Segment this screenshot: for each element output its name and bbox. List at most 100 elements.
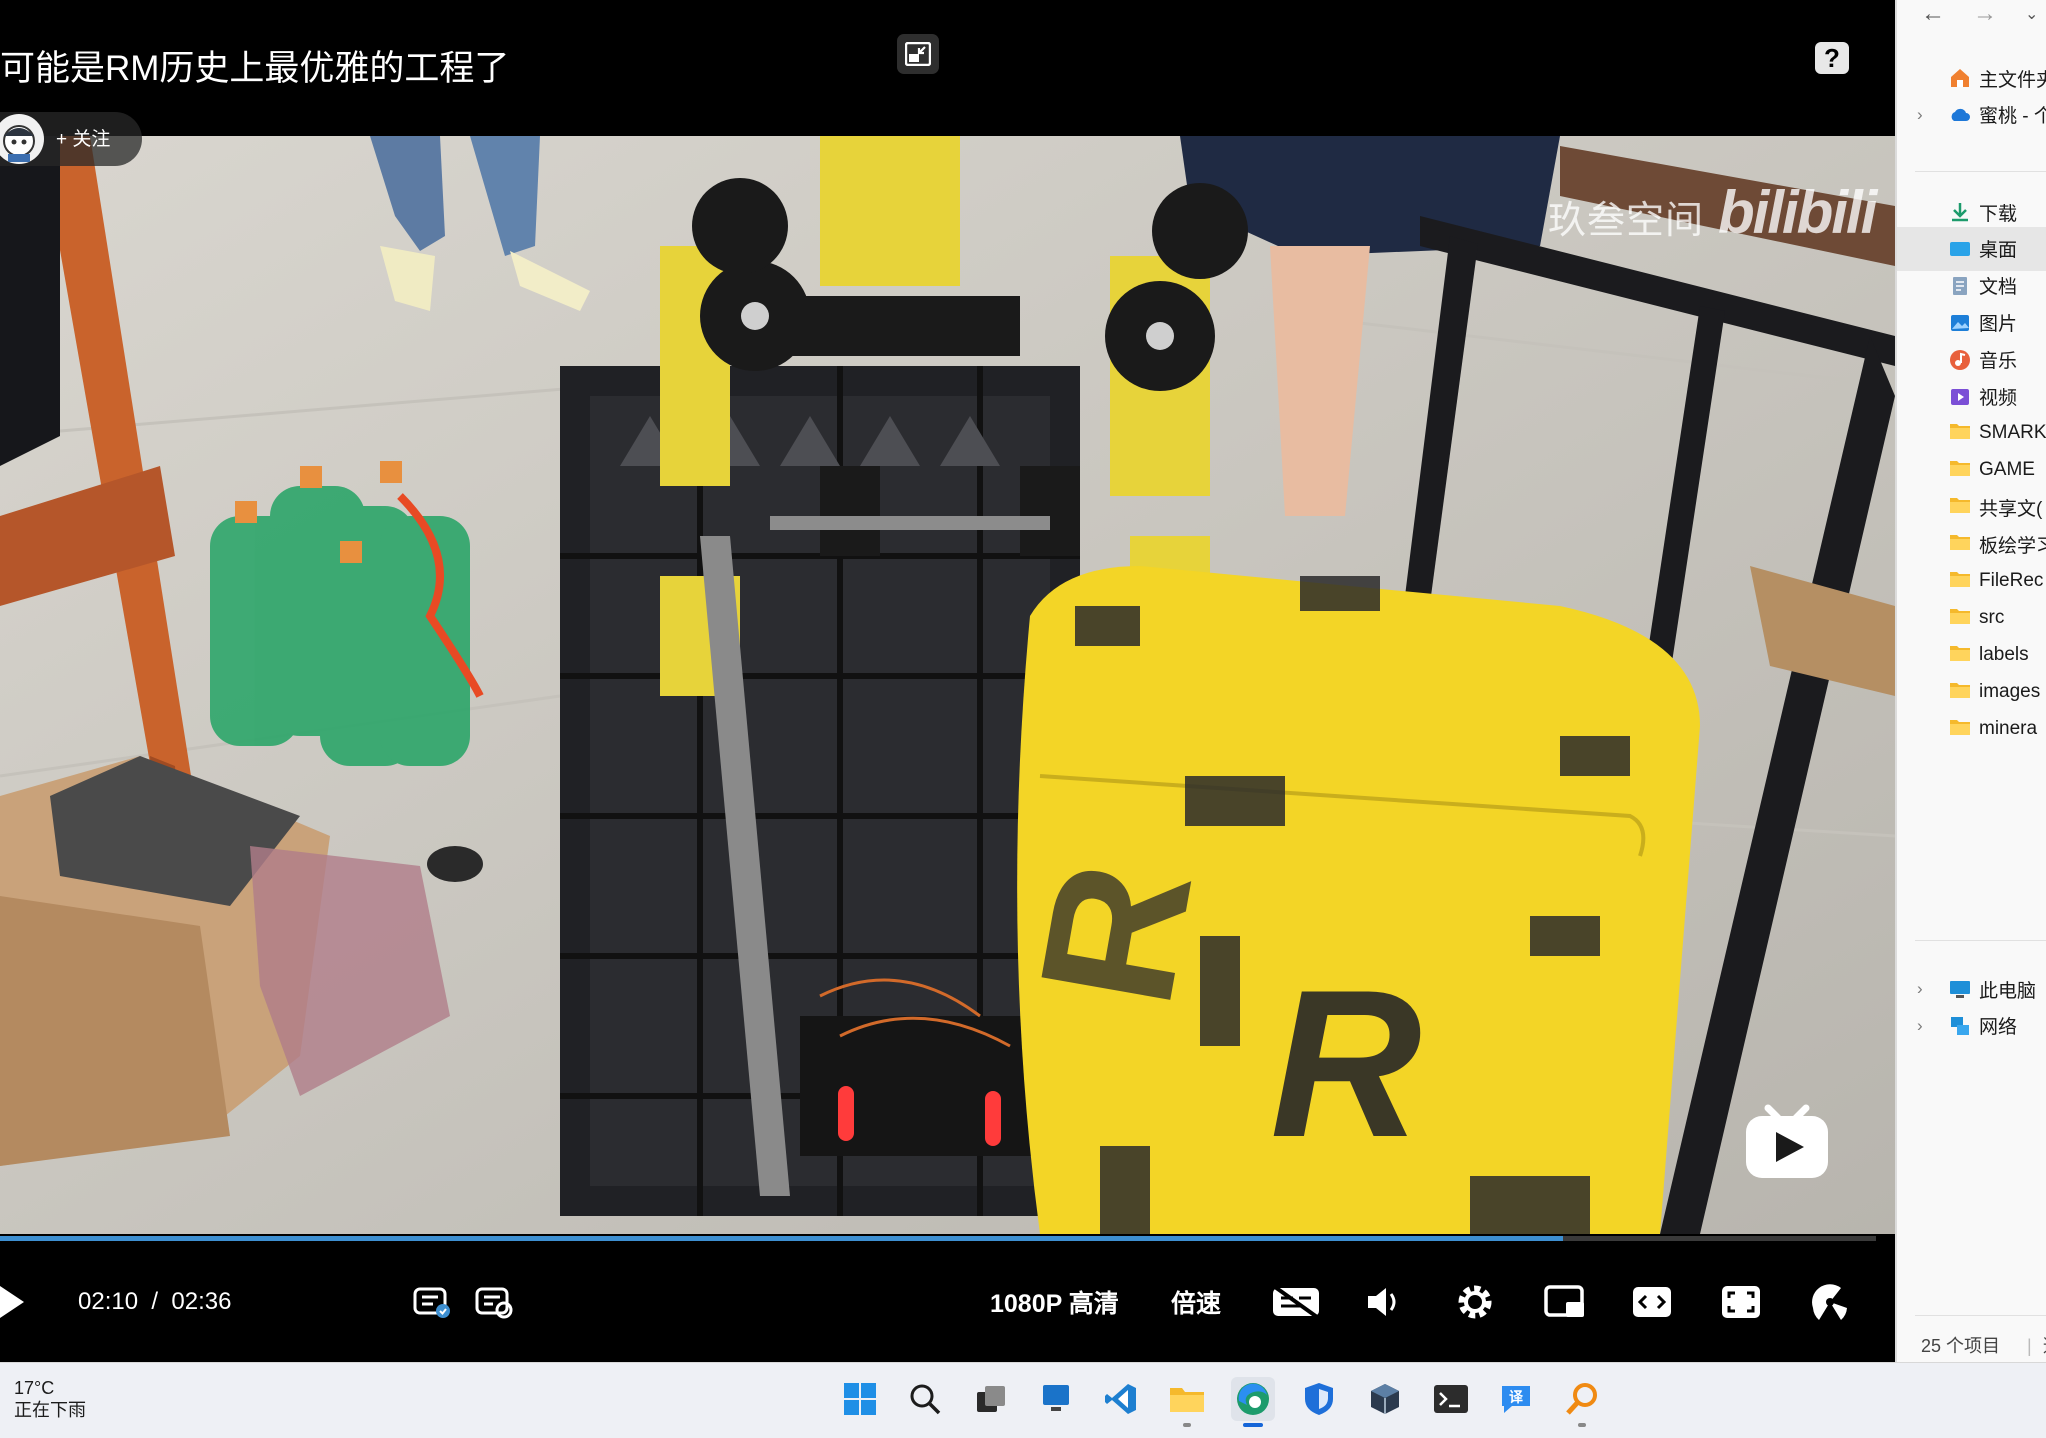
subtitle-button[interactable] <box>1271 1241 1321 1362</box>
mini-player-button[interactable] <box>897 34 939 74</box>
task-view-button[interactable] <box>969 1377 1013 1421</box>
danmaku-settings-icon <box>475 1287 513 1318</box>
sidebar-item-label: 文档 <box>1979 277 2018 299</box>
status-bar: 25 个项目 | 选 <box>1921 1332 2046 1358</box>
sidebar-item-label: 图片 <box>1979 314 2018 336</box>
music-icon <box>1949 349 1971 371</box>
svg-text:译: 译 <box>1509 1390 1524 1406</box>
sidebar-item-label: 主文件夹 <box>1979 69 2046 91</box>
item-count: 25 个项目 <box>1921 1336 2001 1356</box>
document-icon <box>1949 275 1971 297</box>
bilibili-logo: bilibili <box>1718 179 1877 246</box>
taskbar: 17°C 正在下雨 译 <box>0 1362 2046 1438</box>
picture-in-picture-icon <box>1544 1284 1584 1317</box>
web-fullscreen-button[interactable] <box>1721 1241 1761 1362</box>
search-button[interactable] <box>903 1377 947 1421</box>
widescreen-icon <box>1633 1286 1671 1317</box>
cloud-icon <box>1949 104 1971 126</box>
sidebar-item[interactable]: › 网络 <box>1897 1004 2046 1048</box>
chevron-right-icon[interactable]: › <box>1917 1016 1923 1036</box>
translate-icon: 译 <box>1502 1386 1530 1413</box>
divider <box>1915 171 2046 172</box>
security-app-button[interactable] <box>1297 1377 1341 1421</box>
mini-player-icon <box>905 42 931 66</box>
folder-icon <box>1949 718 1971 740</box>
volume-icon <box>1368 1287 1396 1316</box>
weather-condition: 正在下雨 <box>14 1400 86 1420</box>
fullscreen-icon <box>1812 1283 1847 1320</box>
back-button[interactable]: ← <box>1921 0 1945 28</box>
pictures-icon <box>1949 312 1971 334</box>
chevron-right-icon[interactable]: › <box>1917 105 1923 125</box>
sidebar-item-label: 此电脑 <box>1979 980 2037 1002</box>
desktop-app-button[interactable] <box>1034 1377 1078 1421</box>
sidebar-item-label: images <box>1979 680 2041 702</box>
magnifier-icon <box>1566 1383 1597 1415</box>
video-icon <box>1949 386 1971 408</box>
web-fullscreen-icon <box>1722 1285 1760 1318</box>
sidebar-item-label: 桌面 <box>1979 240 2018 262</box>
folder-icon <box>1949 644 1971 666</box>
search-everything-button[interactable] <box>1560 1377 1604 1427</box>
forward-button[interactable]: → <box>1973 0 1997 28</box>
edge-browser-button[interactable] <box>1231 1377 1275 1427</box>
divider <box>1915 940 2046 941</box>
danmaku-settings-button[interactable] <box>475 1241 513 1362</box>
sidebar-item[interactable]: › 蜜桃 - 个人 <box>1897 93 2046 137</box>
widescreen-button[interactable] <box>1632 1241 1672 1362</box>
follow-button[interactable]: + 关注 <box>56 124 110 151</box>
sidebar-item-label: 板绘学习 <box>1979 535 2046 557</box>
sidebar-item-label: FileRec <box>1979 570 2044 591</box>
mini-window-button[interactable] <box>1544 1241 1586 1362</box>
help-button[interactable]: ? <box>1815 42 1849 74</box>
play-button[interactable] <box>0 1241 28 1362</box>
sidebar-item-label: labels <box>1979 643 2029 665</box>
start-button[interactable] <box>838 1377 882 1421</box>
vscode-icon <box>1105 1384 1136 1414</box>
vscode-button[interactable] <box>1099 1377 1143 1421</box>
video-player[interactable]: 可能是RM历史上最优雅的工程了 ? + 关注 R R 玖叁空间 bilibili… <box>0 0 1895 1362</box>
sidebar-item-label: 下载 <box>1979 203 2018 225</box>
terminal-icon <box>1434 1385 1468 1413</box>
sidebar-item-label: 视频 <box>1979 388 2018 409</box>
settings-button[interactable] <box>1455 1241 1495 1362</box>
home-icon <box>1949 67 1971 89</box>
folder-icon <box>1949 459 1971 481</box>
time-display: 02:10 / 02:36 <box>78 1241 231 1362</box>
uploader-badge[interactable]: + 关注 <box>0 112 142 166</box>
duration: 02:36 <box>171 1287 232 1315</box>
task-view-icon <box>977 1386 1005 1412</box>
cube-icon <box>1371 1384 1399 1414</box>
danmaku-toggle-button[interactable] <box>413 1241 451 1362</box>
translator-button[interactable]: 译 <box>1494 1377 1538 1421</box>
sidebar-item-label: GAME <box>1979 459 2035 481</box>
speed-button[interactable]: 倍速 <box>1171 1241 1221 1362</box>
bilibili-tv-icon[interactable] <box>1742 1094 1832 1184</box>
terminal-button[interactable] <box>1429 1377 1473 1421</box>
volume-button[interactable] <box>1366 1241 1404 1362</box>
fullscreen-button[interactable] <box>1810 1241 1850 1362</box>
player-title-bar: 可能是RM历史上最优雅的工程了 ? <box>0 0 1895 136</box>
windows-icon <box>844 1383 876 1415</box>
file-explorer-button[interactable] <box>1165 1377 1209 1427</box>
weather-temperature: 17°C <box>14 1378 55 1398</box>
desktop-icon <box>1949 238 1971 260</box>
video-frame[interactable]: R R 玖叁空间 bilibili <box>0 136 1895 1234</box>
danmaku-icon <box>413 1287 450 1318</box>
sidebar-item-label: minera <box>1979 717 2038 739</box>
svg-text:R: R <box>1270 946 1422 1181</box>
time-separator: / <box>151 1287 159 1315</box>
file-explorer-window: ← → ⌄ 主文件夹 › 蜜桃 - 个人 下载桌面文档图片音乐视频 SMARK GAME… <box>1895 0 2046 1362</box>
sidebar-item[interactable]: minera <box>1897 707 2046 751</box>
folder-icon <box>1949 681 1971 703</box>
chevron-right-icon[interactable]: › <box>1917 979 1923 999</box>
quality-button[interactable]: 1080P 高清 <box>990 1241 1119 1362</box>
avatar[interactable] <box>0 114 44 164</box>
sidebar-item-label: 音乐 <box>1979 351 2018 373</box>
chevron-down-icon[interactable]: ⌄ <box>2025 4 2038 24</box>
virtualbox-button[interactable] <box>1363 1377 1407 1421</box>
weather-widget[interactable]: 17°C 正在下雨 <box>14 1377 86 1421</box>
watermark-channel: 玖叁空间 <box>1548 200 1705 242</box>
folder-icon <box>1949 607 1971 629</box>
video-title: 可能是RM历史上最优雅的工程了 <box>0 49 510 88</box>
